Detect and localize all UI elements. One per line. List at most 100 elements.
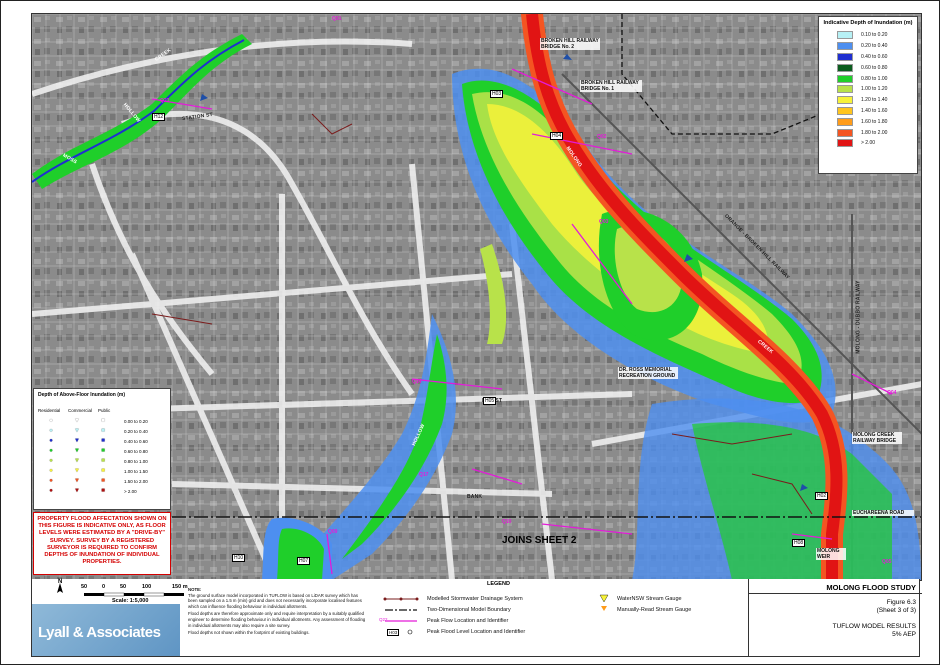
floor-legend-row: ● ▼ ■ 0.40 to 0.60 [38,436,166,446]
depth-legend-row: 0.10 to 0.20 [823,30,913,41]
depth-legend-row: 1.00 to 1.20 [823,84,913,95]
depth-legend-rows: 0.10 to 0.20 0.20 to 0.40 0.40 to 0.60 0.60… [823,30,913,149]
scale-bar: N 50 0 50 100 150 m Scale: 1:5,000 [50,579,210,605]
floor-symbol: ■ [101,448,105,454]
floor-legend-title: Depth of Above-Floor Inundation (m) [38,392,126,398]
depth-legend-row: 1.80 to 2.00 [823,127,913,138]
floor-symbol: ▼ [74,438,80,444]
scale-tick-0: 50 [81,584,88,590]
legend-item-peak-level: Peak Flood Level Location and Identifier [427,629,526,635]
depth-legend-row: 1.40 to 1.60 [823,106,913,117]
floor-symbol: ▼ [74,468,80,474]
depth-label: 0.80 to 1.00 [861,75,888,82]
scale-tick-3: 100 [142,584,152,590]
depth-label: 1.20 to 1.40 [861,97,888,104]
depth-swatch [837,128,853,137]
floor-symbol: ● [49,418,53,424]
notes-block: NOTE: The ground surface model incorpora… [188,587,368,636]
title-block: MOLONG FLOOD STUDY Figure 6.3 (Sheet 3 o… [748,579,922,657]
floor-legend-row: ● ▼ ■ 0.00 to 0.20 [38,416,166,426]
results-title: TUFLOW MODEL RESULTS [832,623,916,630]
depth-swatch [837,117,853,126]
bottom-panel: N 50 0 50 100 150 m Scale: 1:5,000 Lyall… [31,579,922,657]
floor-legend-row: ● ▼ ■ 0.20 to 0.40 [38,426,166,436]
notes-paragraph-2: Flood depths are therefore approximate o… [188,611,366,628]
depth-legend-row: 1.20 to 1.40 [823,95,913,106]
depth-legend-row: > 2.00 [823,138,913,149]
depth-legend-row: 0.40 to 0.60 [823,52,913,63]
floor-symbol: ▼ [74,418,80,424]
floor-symbol: ■ [101,478,105,484]
scale-tick-2: 50 [120,584,127,590]
floor-legend-rows: ● ▼ ■ 0.00 to 0.20 ● ▼ ■ 0.20 to 0.40 ● ▼ ■ 0.40 to… [38,416,166,496]
floor-symbol: ▼ [74,428,80,434]
floor-label: 0.60 to 0.80 [124,448,148,454]
scale-tick-1: 0 [102,584,106,590]
notes-paragraph-1: The ground surface model incorporated in… [188,592,362,609]
legend-item-waternsw: WaterNSW Stream Gauge [617,596,682,602]
depth-legend-row: 1.60 to 1.80 [823,116,913,127]
floor-label: 1.00 to 1.50 [124,468,148,474]
depth-swatch [837,31,853,40]
floor-legend-row: ● ▼ ■ 0.60 to 0.80 [38,446,166,456]
floor-symbol: ■ [101,418,105,424]
gauge-manual-icon [601,606,607,611]
floor-legend: Depth of Above-Floor Inundation (m) Resi… [33,388,171,510]
depth-swatch [837,42,853,51]
gauge-waternsw-icon [599,594,609,603]
depth-swatch [837,74,853,83]
floor-label: 0.00 to 0.20 [124,418,148,424]
notes-paragraph-3: Flood depths not shown within the footpr… [188,630,310,636]
floor-header-residential: Residential [38,408,61,413]
floor-label: 0.20 to 0.40 [124,428,148,434]
depth-label: 1.00 to 1.20 [861,86,888,93]
depth-label: 0.10 to 0.20 [861,32,888,39]
floor-header-public: Public [98,408,111,413]
floor-symbol: ▼ [74,448,80,454]
depth-swatch [837,139,853,148]
results-label: TUFLOW MODEL RESULTS 5% AEP [833,623,916,639]
legend-h-sample: H03 [387,629,400,636]
depth-legend-row: 0.20 to 0.40 [823,41,913,52]
legend-item-stormwater: Modelled Stormwater Drainage System [427,596,523,602]
floor-symbol: ▼ [74,478,80,484]
depth-label: 1.80 to 2.00 [861,129,888,136]
property-warning: PROPERTY FLOOD AFFECTATION SHOWN ON THIS… [33,512,171,575]
logo-text: Lyall & Associates [38,624,161,641]
floor-symbol: ● [49,448,53,454]
north-label: N [58,579,63,585]
depth-legend: Indicative Depth of Inundation (m) 0.10 … [818,16,918,174]
depth-legend-title: Indicative Depth of Inundation (m) [823,20,913,26]
floor-legend-row: ● ▼ ■ 0.80 to 1.00 [38,456,166,466]
figure-label: Figure 6.3 [886,599,916,606]
study-title: MOLONG FLOOD STUDY [826,583,916,592]
floor-legend-row: ● ▼ ■ 1.00 to 1.50 [38,466,166,476]
depth-swatch [837,63,853,72]
depth-label: 0.60 to 0.80 [861,64,888,71]
floor-legend-row: ● ▼ ■ > 2.00 [38,486,166,496]
legend-item-manual-gauge: Manually-Read Stream Gauge [617,607,692,613]
depth-legend-row: 0.60 to 0.80 [823,62,913,73]
depth-swatch [837,52,853,61]
floor-symbol: ● [49,468,53,474]
legend-item-boundary: Two-Dimensional Model Boundary [427,607,511,613]
floor-symbol: ■ [101,428,105,434]
depth-label: 1.60 to 1.80 [861,118,888,125]
depth-swatch [837,106,853,115]
floor-legend-headers: Residential Commercial Public [38,408,166,413]
floor-label: > 2.00 [124,488,137,494]
floor-symbol: ■ [101,438,105,444]
floor-symbol: ● [49,478,53,484]
depth-label: 0.20 to 0.40 [861,43,888,50]
floor-symbol: ● [49,438,53,444]
floor-label: 0.40 to 0.60 [124,438,148,444]
depth-label: > 2.00 [861,140,876,147]
depth-label: 0.40 to 0.60 [861,53,888,60]
depth-label: 1.40 to 1.60 [861,107,888,114]
floor-symbol: ■ [101,488,105,494]
sheet-label: (Sheet 3 of 3) [876,607,916,614]
figure-number: Figure 6.3 (Sheet 3 of 3) [877,599,916,615]
floor-header-commercial: Commercial [68,408,93,413]
aep-label: 5% AEP [892,631,916,638]
scale-tick-4: 150 m [172,584,188,590]
